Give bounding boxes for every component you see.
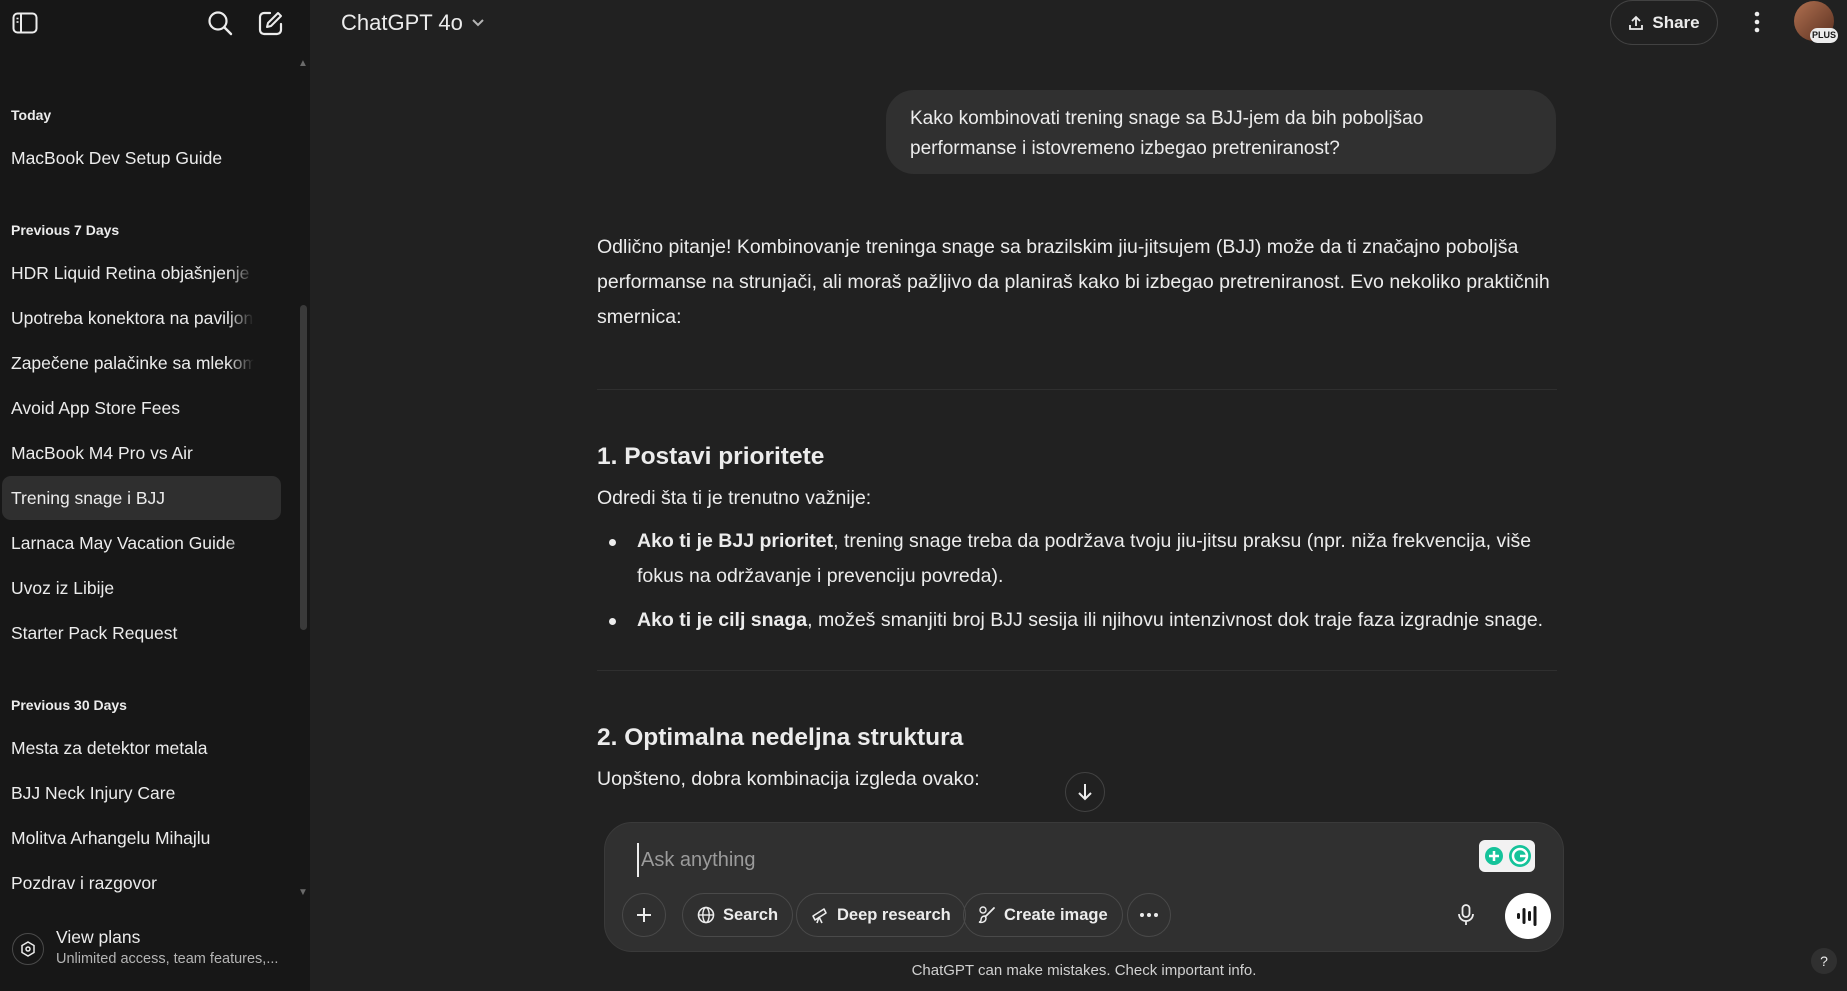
divider — [597, 389, 1557, 390]
view-plans-subtitle: Unlimited access, team features,... — [56, 951, 279, 967]
disclaimer: ChatGPT can make mistakes. Check importa… — [911, 962, 1257, 979]
model-name: ChatGPT 4o — [341, 10, 463, 35]
view-plans-title: View plans — [56, 927, 141, 947]
telescope-icon — [812, 908, 827, 924]
more-options-icon[interactable] — [1742, 6, 1772, 38]
voice-mode-button[interactable] — [1505, 893, 1551, 939]
section-heading: 1. Postavi prioritete — [597, 443, 825, 470]
scroll-up-arrow-icon[interactable]: ▲ — [298, 58, 308, 69]
share-button[interactable]: Share — [1610, 0, 1718, 45]
grammarly-extension-icon[interactable] — [1479, 840, 1535, 872]
list-item: Ako ti je BJJ prioritet, trening snage t… — [597, 524, 1557, 594]
create-image-button[interactable]: Create image — [963, 893, 1123, 937]
scroll-down-arrow-icon[interactable]: ▼ — [298, 887, 308, 898]
dictate-button[interactable] — [1446, 895, 1486, 935]
section-previous-7-days: Previous 7 Days — [11, 222, 120, 238]
top-header: ChatGPT 4o Share PLUS — [310, 0, 1847, 46]
new-chat-icon[interactable] — [257, 9, 285, 37]
voice-waveform-icon — [1517, 906, 1537, 926]
bullet-bold: Ako ti je cilj snaga — [637, 609, 808, 631]
chat-item[interactable]: Larnaca May Vacation Guide — [2, 521, 281, 565]
model-selector[interactable]: ChatGPT 4o — [341, 10, 485, 36]
section-today: Today — [11, 107, 52, 123]
share-icon — [1629, 15, 1644, 30]
add-attachment-button[interactable] — [622, 893, 666, 937]
help-button[interactable]: ? — [1811, 948, 1837, 974]
view-plans-button[interactable]: View plans Unlimited access, team featur… — [0, 915, 310, 981]
chat-item[interactable]: BJJ Neck Injury Care — [2, 771, 281, 815]
assistant-message: Odlično pitanje! Kombinovanje treninga s… — [597, 230, 1557, 797]
chat-item[interactable]: Uvoz iz Libije — [2, 566, 281, 610]
plan-badge: PLUS — [1810, 28, 1838, 43]
chevron-down-icon — [472, 19, 484, 27]
search-button[interactable]: Search — [682, 893, 794, 937]
section-lead: Odredi šta ti je trenutno važnije: — [597, 487, 872, 509]
search-label: Search — [723, 905, 779, 924]
chat-item[interactable]: Starter Pack Request — [2, 611, 281, 655]
chat-item[interactable]: MacBook Dev Setup Guide — [2, 136, 281, 180]
composer: Search Deep research Create image — [604, 822, 1564, 952]
scroll-to-bottom-button[interactable] — [1065, 772, 1105, 812]
prompt-input[interactable] — [637, 843, 1457, 877]
ellipsis-icon — [1140, 913, 1158, 917]
chat-history-list: Today MacBook Dev Setup Guide Previous 7… — [0, 60, 296, 910]
divider — [597, 670, 1557, 671]
paintbrush-icon — [978, 906, 995, 924]
share-label: Share — [1652, 12, 1700, 32]
chat-item[interactable]: Avoid App Store Fees — [2, 386, 281, 430]
globe-icon — [697, 906, 715, 924]
bullet-text: , možeš smanjiti broj BJJ sesija ili nji… — [807, 609, 1544, 631]
section-heading: 2. Optimalna nedeljna struktura — [597, 724, 964, 751]
search-icon[interactable] — [206, 9, 234, 37]
chat-item[interactable]: Upotreba konektora na paviljon — [2, 296, 281, 340]
sidebar: Today MacBook Dev Setup Guide Previous 7… — [0, 0, 310, 991]
answer-intro: Odlično pitanje! Kombinovanje treninga s… — [597, 236, 1550, 328]
deep-research-button[interactable]: Deep research — [796, 893, 966, 937]
sidebar-scrollbar[interactable] — [300, 305, 307, 630]
chat-item[interactable]: Molitva Arhangelu Mihajlu — [2, 816, 281, 860]
chat-item[interactable]: Zapečene palačinke sa mlekom — [2, 341, 281, 385]
arrow-down-icon — [1078, 784, 1092, 801]
plus-icon — [637, 908, 651, 922]
upgrade-icon — [12, 933, 44, 965]
user-message: Kako kombinovati trening snage sa BJJ-je… — [886, 90, 1556, 174]
chat-item[interactable]: Pozdrav i razgovor — [2, 861, 281, 905]
microphone-icon — [1458, 904, 1474, 925]
bullet-bold: Ako ti je BJJ prioritet — [637, 530, 834, 552]
more-tools-button[interactable] — [1127, 893, 1171, 937]
section-previous-30-days: Previous 30 Days — [11, 697, 127, 713]
chat-item-active[interactable]: Trening snage i BJJ — [2, 476, 281, 520]
chat-item[interactable]: HDR Liquid Retina objašnjenje — [2, 251, 281, 295]
create-image-label: Create image — [1004, 905, 1108, 924]
list-item: Ako ti je cilj snaga, možeš smanjiti bro… — [597, 603, 1557, 638]
deep-research-label: Deep research — [837, 905, 951, 924]
toggle-sidebar-icon[interactable] — [11, 9, 39, 37]
chat-item[interactable]: Mesta za detektor metala — [2, 726, 281, 770]
sidebar-toolbar — [0, 0, 310, 46]
chat-item[interactable]: MacBook M4 Pro vs Air — [2, 431, 281, 475]
